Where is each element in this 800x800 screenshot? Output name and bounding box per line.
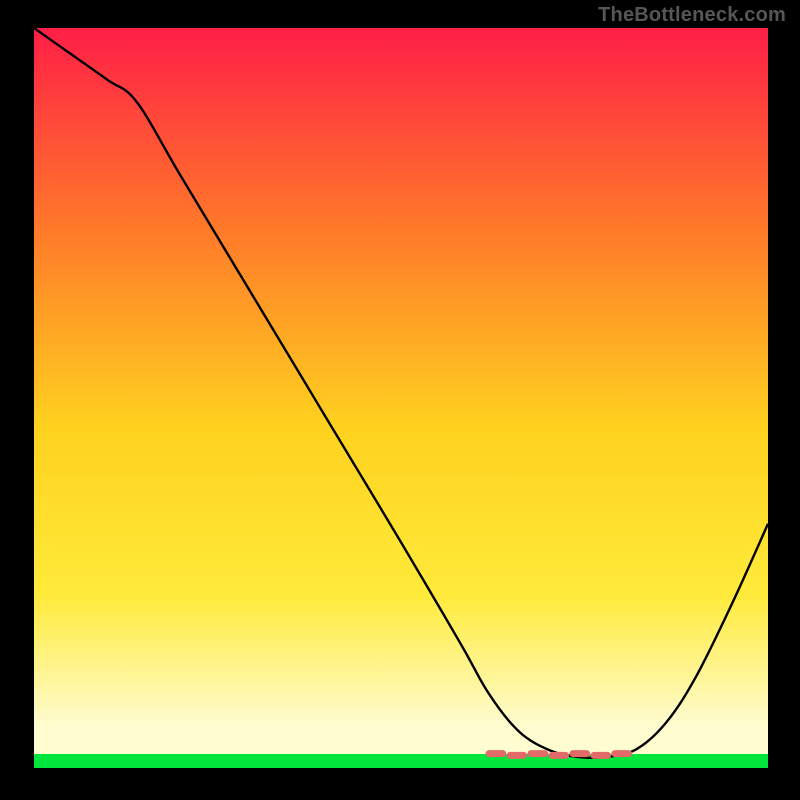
watermark-text: TheBottleneck.com: [598, 4, 786, 27]
plot-area: [34, 28, 768, 768]
chart-container: TheBottleneck.com: [0, 0, 800, 800]
chart-svg: [34, 28, 768, 768]
optimal-range-marker: [489, 754, 628, 756]
gradient-background: [34, 28, 768, 754]
green-band: [34, 754, 768, 768]
